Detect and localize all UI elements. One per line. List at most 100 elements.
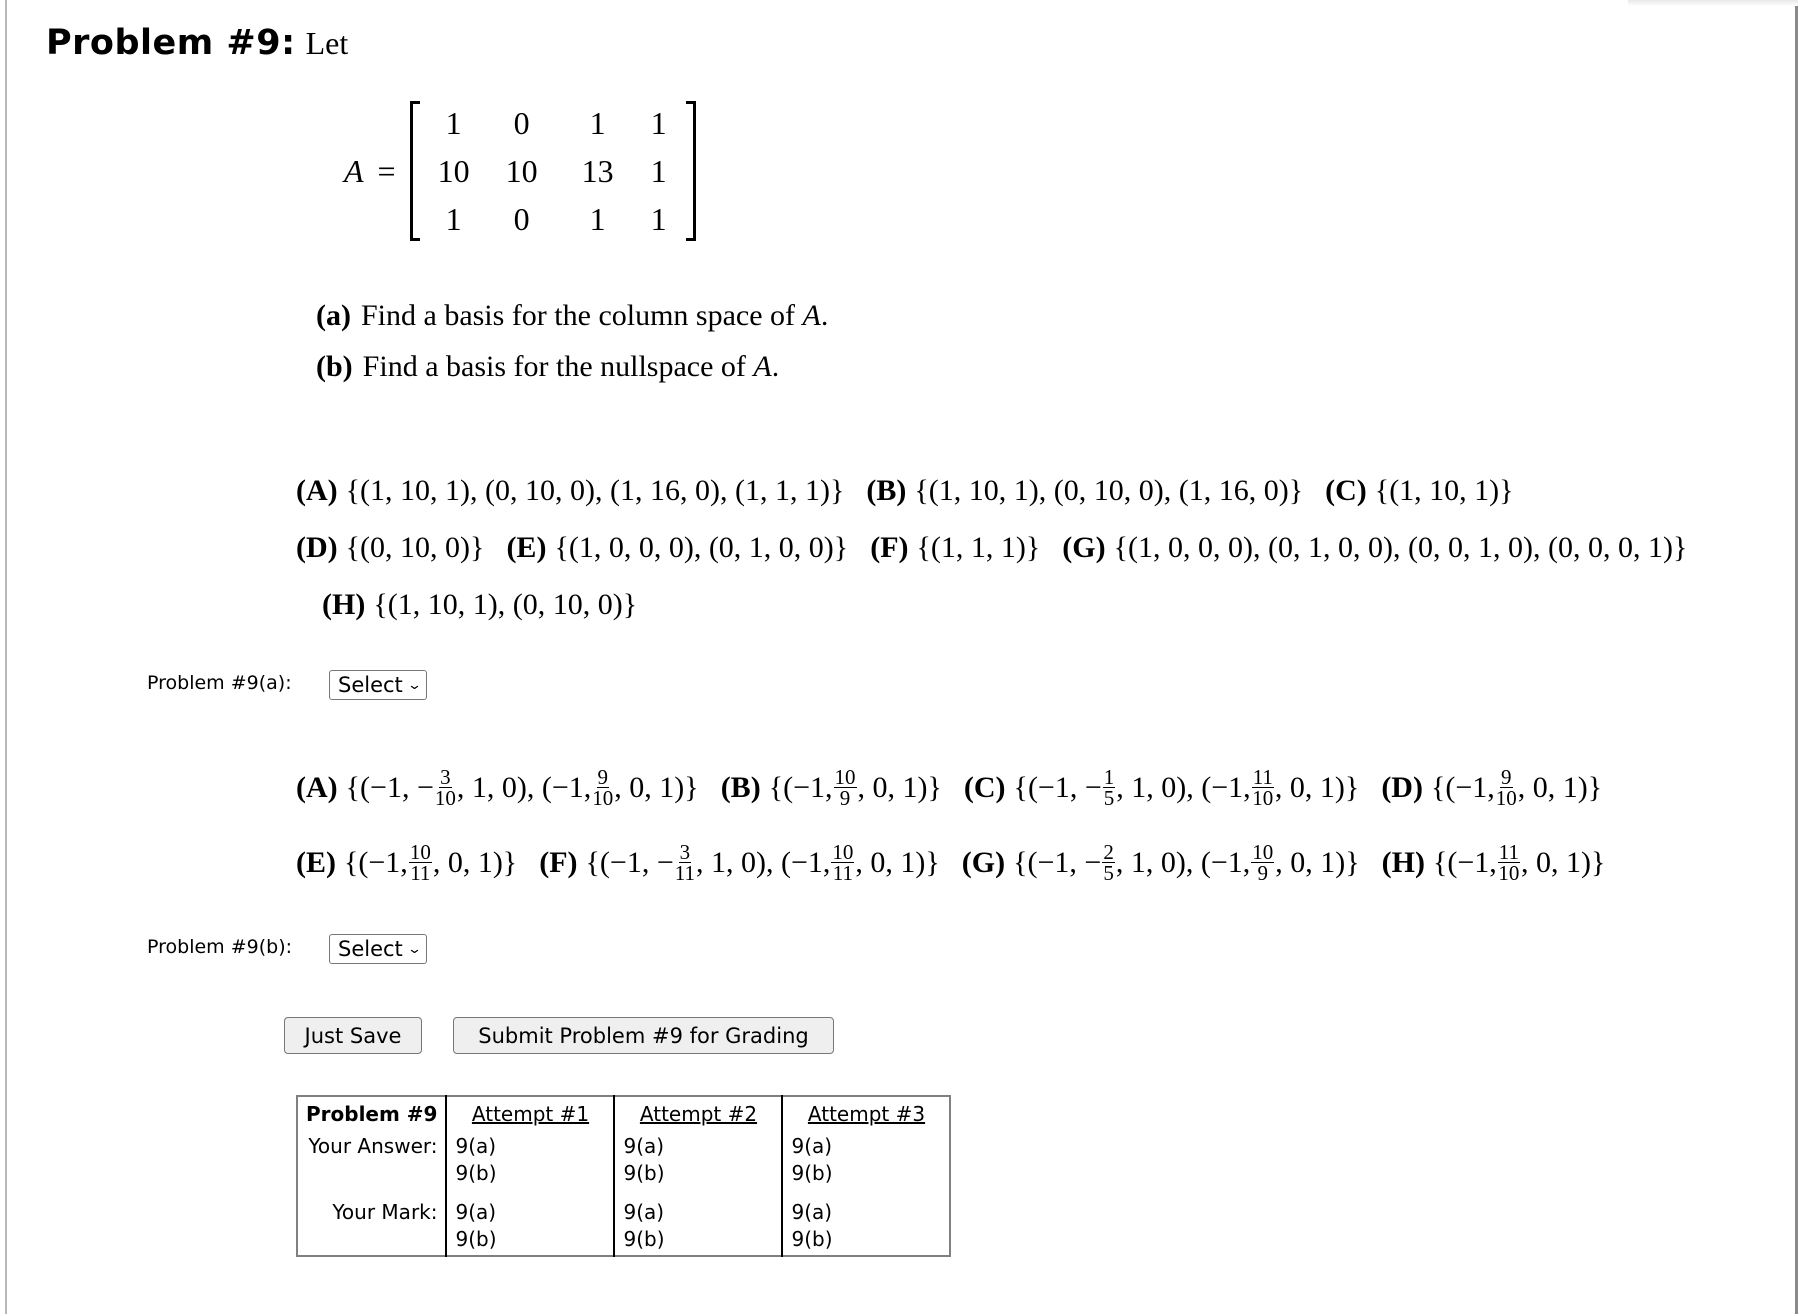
attempt-2-answer: 9(a) 9(b) [613,1131,783,1189]
option-text: , 0, 1)} [614,770,699,804]
option-label: (E) [506,530,547,564]
matrix-cell: 1 [589,200,606,237]
problem-parts: (a) Find a basis for the column space of … [316,290,828,392]
attempt-1-mark: 9(a) 9(b) [445,1189,615,1256]
option-label: (H) [1381,845,1425,879]
numerator: 1 [1102,765,1116,789]
part-b-text: Find a basis for the nullspace of [362,350,754,383]
answer-b-select[interactable]: Select ⌄ [329,934,427,964]
fraction: 9 10 [592,767,613,809]
option-text: {(1, 0, 0, 0), (0, 1, 0, 0), (0, 0, 1, 0… [1113,530,1688,564]
option-text: {(−1, [344,845,408,879]
option-b-D: (D) {(−1, 9 10, 0, 1)} [1381,767,1603,810]
option-text: {(−1, [768,770,833,804]
fraction: 10 11 [831,842,855,884]
option-text: {(1, 10, 1), (0, 10, 0)} [373,587,638,621]
option-a-C: (C) {(1, 10, 1)} [1325,474,1513,508]
option-a-A: (A) {(1, 10, 1), (0, 10, 0), (1, 16, 0), … [296,474,844,508]
options-a-row-1: (A) {(1, 10, 1), (0, 10, 0), (1, 16, 0), … [296,462,1709,519]
option-label: (A) [296,473,338,507]
option-label: (E) [296,845,336,879]
option-text: , 0, 1)} [432,845,518,879]
options-b-row-2: (E) {(−1, 10 11, 0, 1)} (F) {(−1, −3 11, 1, 0… [296,825,1627,900]
matrix-grid: 1 0 1 1 10 10 13 1 1 0 1 1 [420,99,686,243]
your-answer-label: Your Answer: [308,1134,438,1158]
option-text: , 0, 1)} [855,845,940,879]
fraction: 3 11 [675,842,695,884]
option-text: , 0, 1)} [1517,770,1603,804]
option-text: {(−1, [1432,845,1497,879]
just-save-button[interactable]: Just Save [284,1017,422,1054]
denominator: 9 [839,786,851,810]
chevron-down-icon: ⌄ [406,941,422,957]
option-text: , 1, 0), (−1, [1116,770,1251,804]
matrix-cell: 10 [505,152,538,189]
option-label: (G) [1062,530,1106,564]
option-text: , 1, 0), (−1, [456,770,592,804]
attempt-1-link[interactable]: Attempt #1 [445,1096,615,1131]
option-text: {(1, 10, 1), (0, 10, 0), (1, 16, 0)} [914,473,1304,507]
option-text: , 1, 0), (−1, [695,845,831,879]
numerator: 10 [408,840,432,864]
fraction: 11 10 [1497,842,1521,884]
attempt-3-link[interactable]: Attempt #3 [781,1096,951,1131]
fraction: 11 10 [1251,767,1274,809]
denominator: 10 [1495,786,1517,810]
option-text: , 0, 1)} [857,770,942,804]
attempt-3-mark: 9(a) 9(b) [781,1189,951,1256]
option-label: (G) [961,845,1006,879]
options-b: (A) {(−1, −3 10, 1, 0), (−1, 9 10, 0, 1)} (B… [296,750,1627,900]
submit-button[interactable]: Submit Problem #9 for Grading [453,1017,834,1054]
option-text: , 0, 1)} [1274,770,1360,804]
matrix-name: A [344,152,364,189]
option-a-B: (B) {(1, 10, 1), (0, 10, 0), (1, 16, 0)} [866,474,1303,508]
cell-9b: 9(b) [623,1227,665,1251]
options-b-row-1: (A) {(−1, −3 10, 1, 0), (−1, 9 10, 0, 1)} (B… [296,750,1627,825]
cell-9a: 9(a) [791,1134,833,1158]
part-a-var: A [802,299,821,332]
answer-a-label: Problem #9(a): [147,672,292,694]
part-a-text: Find a basis for the column space of [360,299,803,332]
option-text: {(1, 1, 1)} [916,530,1041,564]
cell-9b: 9(b) [791,1161,833,1185]
table-header-row: Problem #9 Attempt #1 Attempt #2 Attempt… [297,1096,951,1131]
option-b-A: (A) {(−1, −3 10, 1, 0), (−1, 9 10, 0, 1)} [296,767,699,810]
option-b-B: (B) {(−1, 10 9, 0, 1)} [721,767,942,810]
attempt-2-mark: 9(a) 9(b) [613,1189,783,1256]
attempt-1-answer: 9(a) 9(b) [445,1131,615,1189]
option-text: {(−1, [1430,770,1495,804]
part-a: (a) Find a basis for the column space of … [316,290,828,341]
cell-9a: 9(a) [455,1200,497,1224]
option-text: {(−1, − [1013,845,1102,879]
option-b-E: (E) {(−1, 10 11, 0, 1)} [296,840,518,884]
option-text: {(1, 10, 1)} [1374,473,1514,507]
attempt-2-link[interactable]: Attempt #2 [613,1096,783,1131]
table-row: Your Answer: 9(a) 9(b) 9(a) 9(b) 9(a) 9(b) [297,1131,951,1189]
option-label: (D) [1381,770,1423,804]
answer-a-select[interactable]: Select ⌄ [329,670,427,700]
option-a-G: (G) {(1, 0, 0, 0), (0, 1, 0, 0), (0, 0, 1… [1062,531,1687,565]
matrix-cell: 1 [445,200,462,237]
option-label: (H) [322,587,366,621]
table-row: Your Mark: 9(a) 9(b) 9(a) 9(b) 9(a) 9(b) [297,1189,951,1256]
select-value: Select [338,673,403,697]
your-mark-label: Your Mark: [332,1200,438,1224]
part-a-label: (a) [316,299,351,332]
cell-9b: 9(b) [455,1227,497,1251]
cell-9a: 9(a) [791,1200,833,1224]
option-text: {(1, 10, 1), (0, 10, 0), (1, 16, 0), (1,… [345,473,845,507]
option-label: (C) [963,770,1006,804]
fraction: 3 10 [434,767,456,810]
fraction: 10 9 [833,767,857,810]
numerator: 2 [1102,840,1115,864]
fraction: 9 10 [1495,767,1517,810]
matrix-cell: 1 [650,104,667,141]
option-a-H: (H) {(1, 10, 1), (0, 10, 0)} [322,588,637,622]
denominator: 10 [434,786,456,810]
answer-b-label: Problem #9(b): [147,936,293,958]
matrix-cell: 13 [581,152,614,189]
attempts-table: Problem #9 Attempt #1 Attempt #2 Attempt… [296,1095,952,1257]
numerator: 10 [1251,840,1275,864]
part-b: (b) Find a basis for the nullspace of A. [316,341,828,392]
option-text: , 1, 0), (−1, [1115,845,1251,879]
